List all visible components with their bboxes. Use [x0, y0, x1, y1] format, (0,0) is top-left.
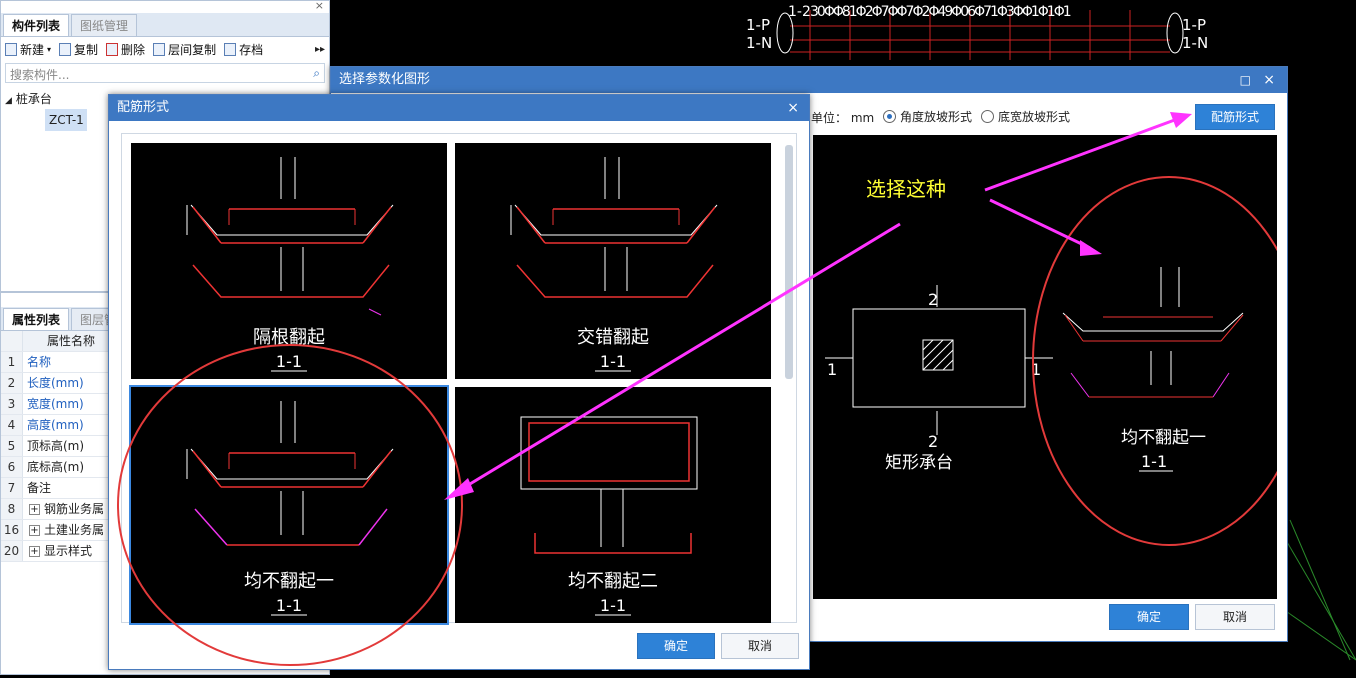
- close-icon[interactable]: ×: [1263, 67, 1275, 93]
- rebar-drawing: 均不翻起一 1-1: [186, 401, 394, 616]
- property-row-name: 顶标高(m): [27, 439, 85, 453]
- tab-drawing-management[interactable]: 图纸管理: [71, 14, 138, 36]
- param-preview-drawing: 2 2 1 1 矩形承台 均不翻起一 1-1: [825, 176, 1306, 546]
- property-row-name: 宽度(mm): [27, 397, 84, 411]
- radio-checked-icon: [883, 110, 896, 123]
- rebar-ok-button[interactable]: 确定: [637, 633, 715, 659]
- property-row-name: 土建业务属: [44, 523, 105, 537]
- component-tabs: 构件列表 图纸管理: [1, 13, 329, 37]
- param-ok-button[interactable]: 确定: [1109, 604, 1189, 630]
- property-row-number: 8: [1, 499, 23, 519]
- highlight-circle-right: [1032, 176, 1306, 546]
- property-row-number: 1: [1, 352, 23, 372]
- rebar-drawing: 隔根翻起 1-1: [186, 157, 394, 372]
- rebar-card-tag: 1-1: [600, 596, 626, 615]
- component-toolbar: 新建 ▾ 复制 删除 层间复制 存档 ▸▸: [1, 37, 329, 61]
- property-row-name: 长度(mm): [27, 376, 84, 390]
- param-cancel-button[interactable]: 取消: [1195, 604, 1275, 630]
- plan-title: 矩形承台: [885, 453, 953, 473]
- rebar-drawing: 交错翻起 1-1: [510, 157, 718, 372]
- tree-item-zct1[interactable]: ZCT-1: [45, 109, 87, 131]
- search-icon[interactable]: ⌕: [313, 66, 320, 81]
- rebar-form-dialog: 配筋形式 × 隔根翻起 1-1 交错翻起 1-1 均不翻起一 1-1 均不翻起二…: [108, 94, 810, 670]
- rebar-card-name: 交错翻起: [577, 327, 649, 348]
- rebar-dialog-title: 配筋形式 ×: [109, 95, 809, 121]
- cad-label-1n-right: 1-N: [1182, 34, 1208, 52]
- property-row-name: 名称: [27, 355, 52, 369]
- floor-copy-button[interactable]: 层间复制: [153, 41, 216, 58]
- save-button[interactable]: 存档: [224, 41, 263, 58]
- property-row-number: 2: [1, 373, 23, 393]
- rebar-drawing: 均不翻起二 1-1: [520, 416, 698, 616]
- section-mark-bottom: 2: [928, 432, 938, 451]
- delete-button[interactable]: 删除: [106, 41, 145, 58]
- expand-icon[interactable]: +: [29, 525, 40, 536]
- property-row-number: 4: [1, 415, 23, 435]
- radio-bottom-width-slope[interactable]: 底宽放坡形式: [981, 108, 1070, 125]
- property-row-number: 6: [1, 457, 23, 477]
- rebar-card-2[interactable]: 交错翻起 1-1: [455, 143, 771, 379]
- rebar-card-4[interactable]: 均不翻起二 1-1: [455, 387, 771, 623]
- section-mark-left: 1: [827, 360, 837, 379]
- rebar-card-1[interactable]: 隔根翻起 1-1: [131, 143, 447, 379]
- search-input[interactable]: 搜索构件... ⌕: [5, 63, 325, 83]
- param-preview-canvas: 2 2 1 1 矩形承台 均不翻起一 1-1: [813, 135, 1306, 599]
- delete-icon: [106, 42, 119, 56]
- section-tag: 1-1: [1141, 452, 1167, 471]
- rebar-card-tag: 1-1: [276, 352, 302, 371]
- property-row-name: 备注: [27, 481, 52, 495]
- rebar-card-3[interactable]: 均不翻起一 1-1: [129, 385, 449, 625]
- expand-icon[interactable]: +: [29, 546, 40, 557]
- maximize-icon[interactable]: □: [1240, 67, 1251, 93]
- rebar-card-name: 隔根翻起: [253, 327, 325, 348]
- svg-text:1-2: 1-2: [788, 4, 811, 20]
- property-row-number: 16: [1, 520, 23, 540]
- unit-label: 单位： mm: [811, 111, 875, 125]
- section-title: 均不翻起一: [1121, 428, 1206, 448]
- property-row-number: 7: [1, 478, 23, 498]
- collapse-icon[interactable]: ◢: [5, 96, 12, 106]
- radio-angle-slope[interactable]: 角度放坡形式: [883, 108, 972, 125]
- tab-component-list[interactable]: 构件列表: [3, 14, 70, 36]
- svg-text:30ΦΦ81Φ2Φ7ΦΦ7Φ2Φ49Φ06Φ71Φ3ΦΦ1Φ: 30ΦΦ81Φ2Φ7ΦΦ7Φ2Φ49Φ06Φ71Φ3ΦΦ1Φ1Φ1: [810, 4, 1071, 20]
- cad-label-1p-right: 1-P: [1182, 16, 1206, 34]
- rebar-form-button[interactable]: 配筋形式: [1195, 104, 1275, 130]
- new-icon: [5, 42, 17, 56]
- cad-label-1n-left: 1-N: [746, 34, 772, 52]
- cad-label-1p-left: 1-P: [746, 16, 770, 34]
- section-mark-top: 2: [928, 290, 938, 309]
- property-row-name: 钢筋业务属: [44, 502, 105, 516]
- property-row-name: 高度(mm): [27, 418, 84, 432]
- param-dialog-title: 选择参数化图形 □ ×: [331, 67, 1287, 93]
- rebar-card-tag: 1-1: [600, 352, 626, 371]
- rebar-card-name: 均不翻起二: [568, 571, 658, 592]
- tab-property-list[interactable]: 属性列表: [3, 308, 70, 330]
- radio-unchecked-icon: [981, 110, 994, 123]
- property-row-number: 20: [1, 541, 23, 561]
- property-row-name: 底标高(m): [27, 460, 85, 474]
- save-icon: [224, 42, 237, 56]
- close-icon[interactable]: ×: [315, 0, 324, 12]
- copy-button[interactable]: 复制: [59, 41, 98, 58]
- close-icon[interactable]: ×: [787, 95, 799, 121]
- rebar-card-name: 均不翻起一: [244, 571, 334, 592]
- copy-icon: [59, 42, 72, 56]
- rebar-card-tag: 1-1: [276, 596, 302, 615]
- rebar-cancel-button[interactable]: 取消: [721, 633, 799, 659]
- property-row-number: 3: [1, 394, 23, 414]
- expand-icon[interactable]: +: [29, 504, 40, 515]
- more-icon[interactable]: ▸▸: [315, 44, 325, 55]
- new-button[interactable]: 新建 ▾: [5, 41, 51, 58]
- property-row-number: 5: [1, 436, 23, 456]
- floor-copy-icon: [153, 42, 166, 56]
- property-row-name: 显示样式: [44, 544, 93, 558]
- rebar-scrollbar[interactable]: [785, 145, 793, 379]
